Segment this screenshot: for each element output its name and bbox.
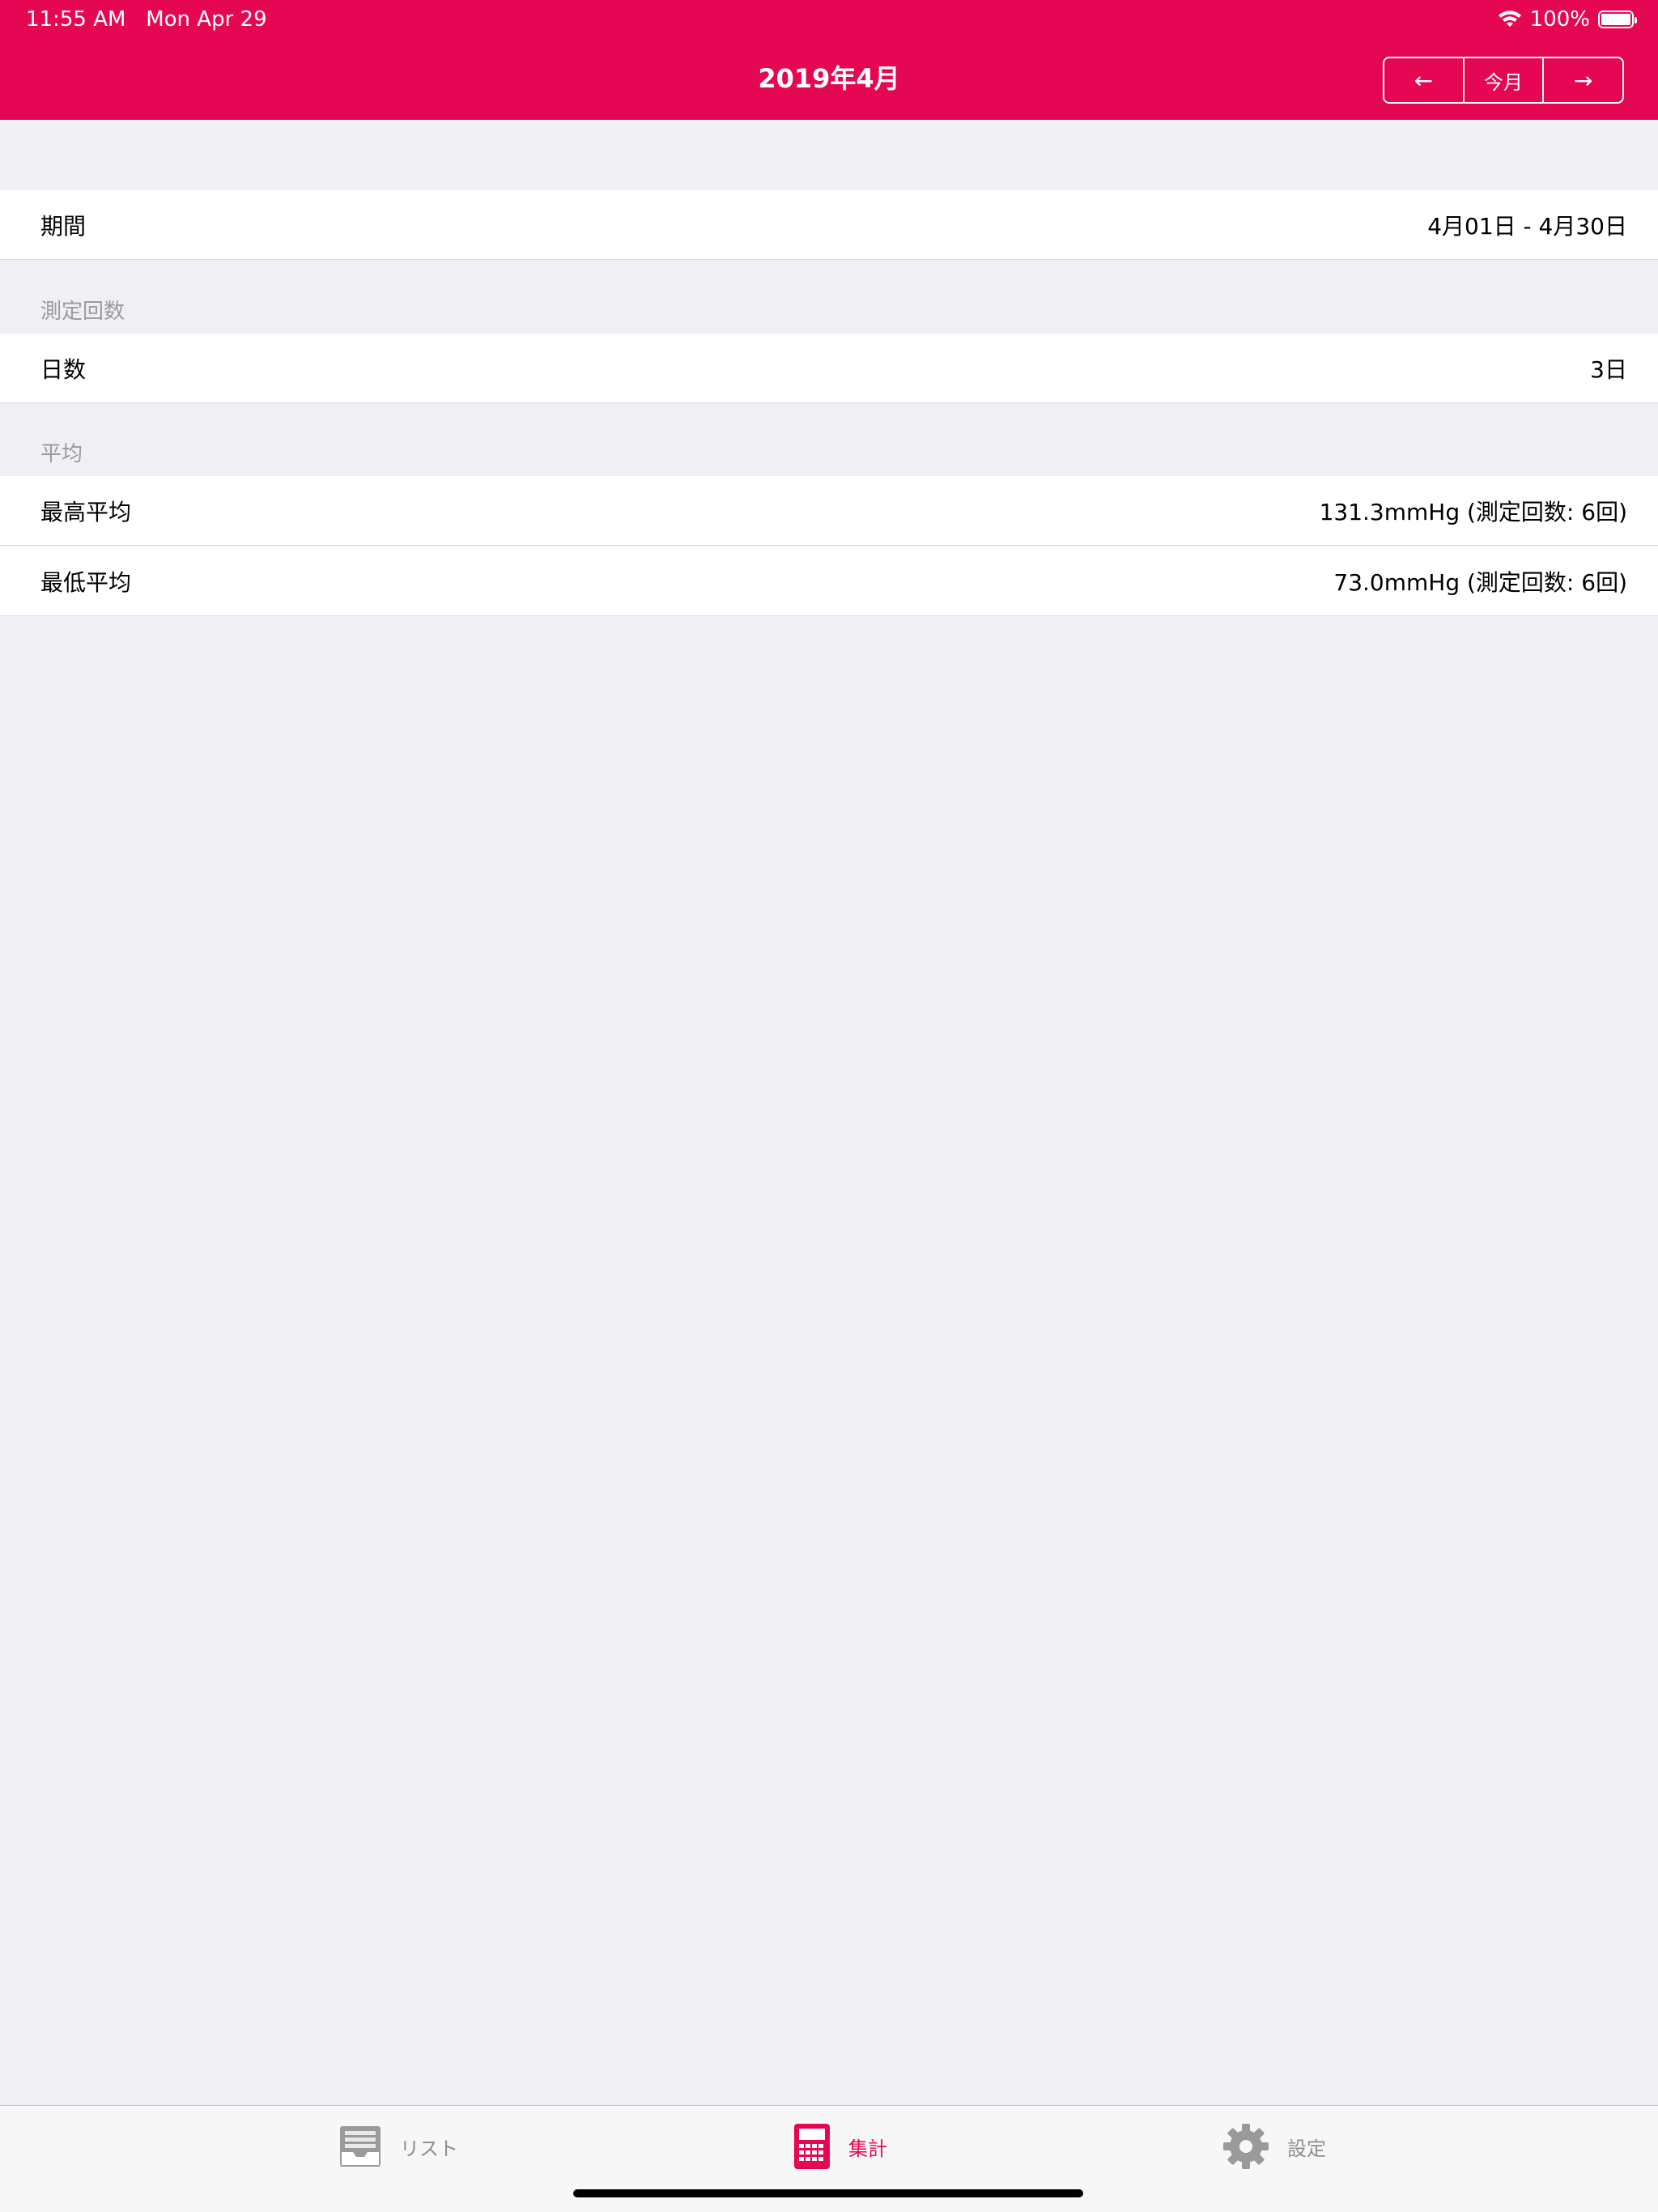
tab-stats[interactable]: 集計 <box>793 2122 887 2171</box>
month-segmented-control: ← 今月 → <box>1383 57 1624 104</box>
section-header-count: 測定回数 <box>40 300 125 324</box>
diastolic-average-value: 73.0mmHg (測定回数: 6回) <box>1333 568 1627 596</box>
section-header-average: 平均 <box>40 442 83 466</box>
days-value: 3日 <box>1590 355 1627 383</box>
days-label: 日数 <box>40 355 87 383</box>
battery-icon <box>1598 11 1637 28</box>
tab-settings-label: 設定 <box>1287 2137 1326 2160</box>
period-row: 期間 4月01日 - 4月30日 <box>0 190 1658 260</box>
calculator-icon <box>794 2124 830 2169</box>
home-indicator <box>573 2189 1083 2197</box>
diastolic-average-row: 最低平均 73.0mmHg (測定回数: 6回) <box>0 547 1658 616</box>
tab-settings[interactable]: 設定 <box>1222 2122 1326 2171</box>
status-bar-time: 11:55 AM Mon Apr 29 <box>26 6 267 32</box>
gear-icon <box>1223 2124 1269 2169</box>
diastolic-average-label: 最低平均 <box>40 568 132 596</box>
days-row: 日数 3日 <box>0 334 1658 403</box>
systolic-average-row: 最高平均 131.3mmHg (測定回数: 6回) <box>0 476 1658 546</box>
list-tray-icon <box>340 2126 380 2167</box>
status-date: Mon Apr 29 <box>146 7 267 32</box>
status-time: 11:55 AM <box>26 7 126 32</box>
tab-list-label: リスト <box>400 2137 458 2160</box>
battery-percent: 100% <box>1529 7 1590 32</box>
wifi-icon <box>1498 11 1521 27</box>
tab-list[interactable]: リスト <box>338 2122 458 2171</box>
status-bar-right: 100% <box>1498 6 1637 32</box>
systolic-average-value: 131.3mmHg (測定回数: 6回) <box>1319 498 1627 525</box>
tab-stats-label: 集計 <box>848 2137 887 2160</box>
period-value: 4月01日 - 4月30日 <box>1427 212 1627 240</box>
current-month-button[interactable]: 今月 <box>1462 58 1543 102</box>
next-month-button[interactable]: → <box>1542 58 1622 102</box>
header: 11:55 AM Mon Apr 29 100% 2019年4月 ← 今月 → <box>0 0 1658 120</box>
previous-month-button[interactable]: ← <box>1384 58 1463 102</box>
systolic-average-label: 最高平均 <box>40 498 132 525</box>
period-label: 期間 <box>40 212 87 240</box>
